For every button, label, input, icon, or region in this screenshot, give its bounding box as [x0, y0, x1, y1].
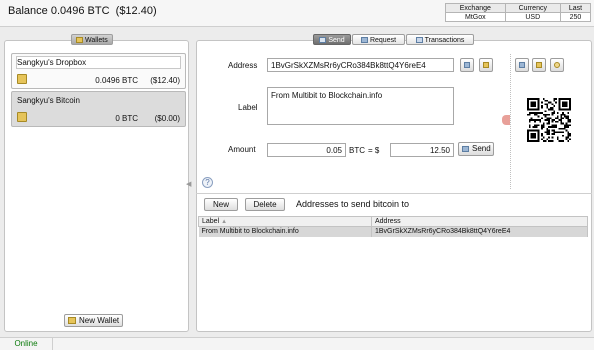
copy-icon	[464, 62, 470, 68]
exchange-ticker-table: Exchange Currency Last MtGox USD 250	[445, 3, 592, 22]
magnifier-icon	[554, 62, 560, 68]
address-label: Address	[228, 61, 258, 70]
send-button[interactable]: Send	[458, 142, 494, 156]
main-panel	[196, 40, 592, 332]
send-icon	[462, 146, 469, 152]
status-bar: Online	[0, 337, 594, 350]
tab-send-label: Send	[328, 37, 345, 44]
wallet-fiat-balance: ($0.00)	[154, 114, 180, 123]
wallet-btc-balance: 0 BTC	[115, 114, 138, 123]
wallet-fiat-balance: ($12.40)	[150, 76, 180, 85]
paste-address-button[interactable]	[479, 58, 493, 72]
address-book-table: Label ▲ Address From Multibit to Blockch…	[198, 216, 588, 237]
column-header-address[interactable]: Address	[371, 216, 588, 227]
tab-wallets-label: Wallets	[85, 37, 108, 44]
sort-ascending-icon: ▲	[221, 219, 228, 225]
ticker-header-last[interactable]: Last	[559, 3, 592, 13]
status-online: Online	[0, 338, 53, 350]
paste-icon	[536, 62, 542, 68]
amount-usd-field[interactable]: 12.50	[390, 143, 454, 157]
transactions-tab-icon	[415, 37, 423, 43]
balance-bar: Balance 0.0496 BTC ($12.40) Exchange Cur…	[0, 0, 594, 27]
copy-address-button[interactable]	[460, 58, 474, 72]
table-row[interactable]: From Multibit to Blockchain.info 1BvGrSk…	[198, 226, 588, 237]
splitter-arrow-icon[interactable]: ◀	[186, 180, 191, 188]
label-label: Label	[238, 103, 258, 112]
paste-icon	[483, 62, 489, 68]
tab-transactions-label: Transactions	[424, 37, 465, 44]
equals-dollar-label: = $	[368, 146, 380, 155]
balance-label: Balance	[8, 5, 48, 17]
delete-address-button[interactable]: Delete	[245, 198, 285, 211]
send-button-label: Send	[472, 144, 491, 153]
wallet-card[interactable]: Sangkyu's Bitcoin 0 BTC ($0.00)	[11, 91, 186, 127]
lock-icon[interactable]	[17, 112, 27, 122]
label-field[interactable]: From Multibit to Blockchain.info	[267, 87, 454, 125]
new-address-button[interactable]: New	[204, 198, 238, 211]
copy-qr-button[interactable]	[515, 58, 529, 72]
qr-code[interactable]	[527, 98, 571, 142]
paste-qr-button[interactable]	[532, 58, 546, 72]
wallet-icon	[76, 37, 83, 43]
row-address-cell: 1BvGrSkXZMsRr6yCRo384Bk8ttQ4Y6reE4	[371, 226, 588, 237]
row-label-cell: From Multibit to Blockchain.info	[198, 226, 372, 237]
address-book-title: Addresses to send bitcoin to	[296, 199, 410, 209]
balance-summary: Balance 0.0496 BTC ($12.40)	[8, 5, 157, 17]
new-wallet-icon	[68, 317, 76, 324]
zoom-qr-button[interactable]	[550, 58, 564, 72]
address-book-separator	[196, 193, 592, 194]
lock-icon[interactable]	[17, 74, 27, 84]
address-field[interactable]: 1BvGrSkXZMsRr6yCRo384Bk8ttQ4Y6reE4	[267, 58, 454, 72]
qr-divider	[510, 54, 511, 189]
tab-wallets[interactable]: Wallets	[71, 34, 113, 45]
balance-btc: 0.0496 BTC	[50, 5, 110, 17]
send-tab-icon	[319, 37, 327, 43]
balance-fiat: ($12.40)	[115, 5, 157, 17]
tab-request[interactable]: Request	[352, 34, 405, 45]
ticker-exchange: MtGox	[445, 12, 506, 22]
tab-send[interactable]: Send	[313, 34, 351, 45]
new-wallet-button[interactable]: New Wallet	[64, 314, 123, 327]
wallet-btc-balance: 0.0496 BTC	[95, 76, 138, 85]
wallets-panel: Sangkyu's Dropbox 0.0496 BTC ($12.40) Sa…	[4, 40, 189, 332]
amount-label: Amount	[228, 145, 256, 154]
wallet-name: Sangkyu's Dropbox	[17, 58, 87, 67]
qr-toggle-handle[interactable]	[502, 115, 510, 125]
ticker-header-currency[interactable]: Currency	[504, 3, 561, 13]
column-header-label[interactable]: Label ▲	[198, 216, 372, 227]
ticker-currency: USD	[504, 12, 561, 22]
new-wallet-label: New Wallet	[79, 316, 120, 325]
copy-icon	[519, 62, 525, 68]
btc-unit-label: BTC	[349, 146, 365, 155]
wallet-name: Sangkyu's Bitcoin	[17, 96, 80, 105]
ticker-header-exchange[interactable]: Exchange	[445, 3, 506, 13]
ticker-last: 250	[559, 12, 592, 22]
tab-request-label: Request	[369, 37, 397, 44]
help-icon[interactable]: ?	[202, 177, 213, 188]
request-tab-icon	[360, 37, 368, 43]
amount-btc-field[interactable]: 0.05	[267, 143, 346, 157]
wallet-card[interactable]: Sangkyu's Dropbox 0.0496 BTC ($12.40)	[11, 53, 186, 89]
tab-transactions[interactable]: Transactions	[406, 34, 474, 45]
